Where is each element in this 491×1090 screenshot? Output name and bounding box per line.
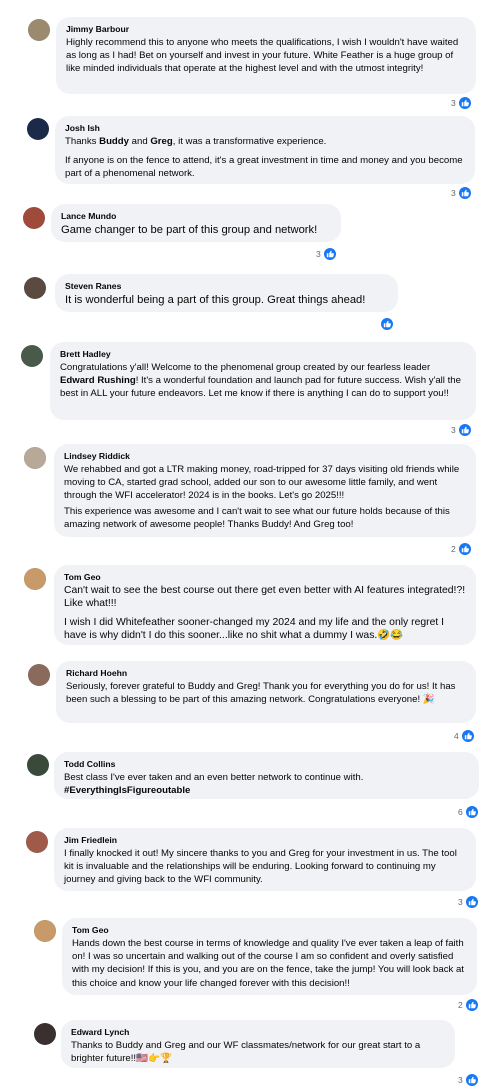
reaction-count[interactable]: 3 <box>451 186 472 200</box>
comment-text: Seriously, forever grateful to Buddy and… <box>66 681 456 706</box>
reaction-count[interactable]: 3 <box>451 96 472 110</box>
comment-bubble: Josh Ish Thanks Buddy and Greg, it was a… <box>55 116 475 184</box>
comment-bubble: Brett Hadley Congratulations y'all! Welc… <box>50 342 476 420</box>
comment-author[interactable]: Tom Geo <box>72 925 467 936</box>
comment-author[interactable]: Edward Lynch <box>71 1027 445 1038</box>
like-thumbs-up-icon <box>457 186 472 200</box>
reaction-count[interactable]: 2 <box>451 542 472 556</box>
mention-link[interactable]: Greg <box>150 136 172 147</box>
avatar[interactable] <box>21 345 43 367</box>
like-thumbs-up-icon <box>457 423 472 437</box>
comment-text: This experience was awesome and I can't … <box>64 505 450 530</box>
like-thumbs-up-icon <box>457 542 472 556</box>
comment-text: If anyone is on the fence to attend, it'… <box>65 155 463 180</box>
comment-author[interactable]: Jim Friedlein <box>64 835 466 846</box>
comment-author[interactable]: Josh Ish <box>65 123 465 134</box>
comment-bubble: Edward Lynch Thanks to Buddy and Greg an… <box>61 1020 455 1068</box>
comment-text: Can't wait to see the best course out th… <box>64 585 466 610</box>
comment-bubble: Steven Ranes It is wonderful being a par… <box>55 274 398 312</box>
mention-link[interactable]: Buddy <box>99 136 129 147</box>
like-thumbs-up-icon <box>460 729 475 743</box>
comment-text: Congratulations y'all! Welcome to the ph… <box>60 362 461 400</box>
comment-bubble: Todd Collins Best class I've ever taken … <box>54 752 479 799</box>
comment-bubble: Jimmy Barbour Highly recommend this to a… <box>56 17 476 94</box>
comment-bubble: Lindsey Riddick We rehabbed and got a LT… <box>54 444 476 537</box>
comment-text: Hands down the best course in terms of k… <box>72 938 464 989</box>
comment-bubble: Richard Hoehn Seriously, forever gratefu… <box>56 661 476 723</box>
comment-author[interactable]: Jimmy Barbour <box>66 24 466 35</box>
comment-author[interactable]: Steven Ranes <box>65 281 388 292</box>
reaction-count[interactable]: 3 <box>316 247 337 261</box>
avatar[interactable] <box>26 831 48 853</box>
like-thumbs-up-icon <box>464 805 479 819</box>
avatar[interactable] <box>23 207 45 229</box>
reaction-count[interactable]: 3 <box>458 1073 479 1087</box>
hashtag-link[interactable]: #EverythingIsFigureoutable <box>64 784 469 797</box>
comment-text: Thanks to Buddy and Greg and our WF clas… <box>71 1040 421 1065</box>
like-thumbs-up-icon <box>457 96 472 110</box>
reaction-count[interactable]: 3 <box>451 423 472 437</box>
comment-text: I wish I did Whitefeather sooner-changed… <box>64 616 445 642</box>
comment-author[interactable]: Lindsey Riddick <box>64 451 466 462</box>
like-thumbs-up-icon <box>464 998 479 1012</box>
comment-bubble: Lance Mundo Game changer to be part of t… <box>51 204 341 242</box>
avatar[interactable] <box>28 664 50 686</box>
comment-author[interactable]: Todd Collins <box>64 759 469 770</box>
like-thumbs-up-icon <box>322 247 337 261</box>
comment-text: Thanks Buddy and Greg, it was a transfor… <box>65 136 327 147</box>
reaction-count[interactable]: 3 <box>458 895 479 909</box>
comment-text: It is wonderful being a part of this gro… <box>65 294 366 306</box>
like-thumbs-up-icon <box>380 317 394 331</box>
reaction-count[interactable]: 4 <box>454 729 475 743</box>
comment-text: Best class I've ever taken and an even b… <box>64 772 364 783</box>
comment-bubble: Tom Geo Can't wait to see the best cours… <box>54 565 476 645</box>
like-thumbs-up-icon <box>464 895 479 909</box>
like-thumbs-up-icon <box>464 1073 479 1087</box>
comment-author[interactable]: Brett Hadley <box>60 349 466 360</box>
avatar[interactable] <box>24 447 46 469</box>
mention-link[interactable]: Edward Rushing <box>60 375 136 386</box>
avatar[interactable] <box>34 920 56 942</box>
avatar[interactable] <box>24 277 46 299</box>
comment-author[interactable]: Lance Mundo <box>61 211 331 222</box>
avatar[interactable] <box>34 1023 56 1045</box>
comment-bubble: Tom Geo Hands down the best course in te… <box>62 918 477 995</box>
comment-text: We rehabbed and got a LTR making money, … <box>64 464 460 502</box>
comment-text: Highly recommend this to anyone who meet… <box>66 37 459 75</box>
avatar[interactable] <box>27 754 49 776</box>
reaction-count[interactable] <box>378 317 394 331</box>
avatar[interactable] <box>24 568 46 590</box>
avatar[interactable] <box>28 19 50 41</box>
reaction-count[interactable]: 6 <box>458 805 479 819</box>
comment-author[interactable]: Tom Geo <box>64 572 466 583</box>
avatar[interactable] <box>27 118 49 140</box>
reaction-count[interactable]: 2 <box>458 998 479 1012</box>
comment-text: I finally knocked it out! My sincere tha… <box>64 848 457 886</box>
comment-text: Game changer to be part of this group an… <box>61 224 318 236</box>
comment-bubble: Jim Friedlein I finally knocked it out! … <box>54 828 476 891</box>
comment-author[interactable]: Richard Hoehn <box>66 668 466 679</box>
